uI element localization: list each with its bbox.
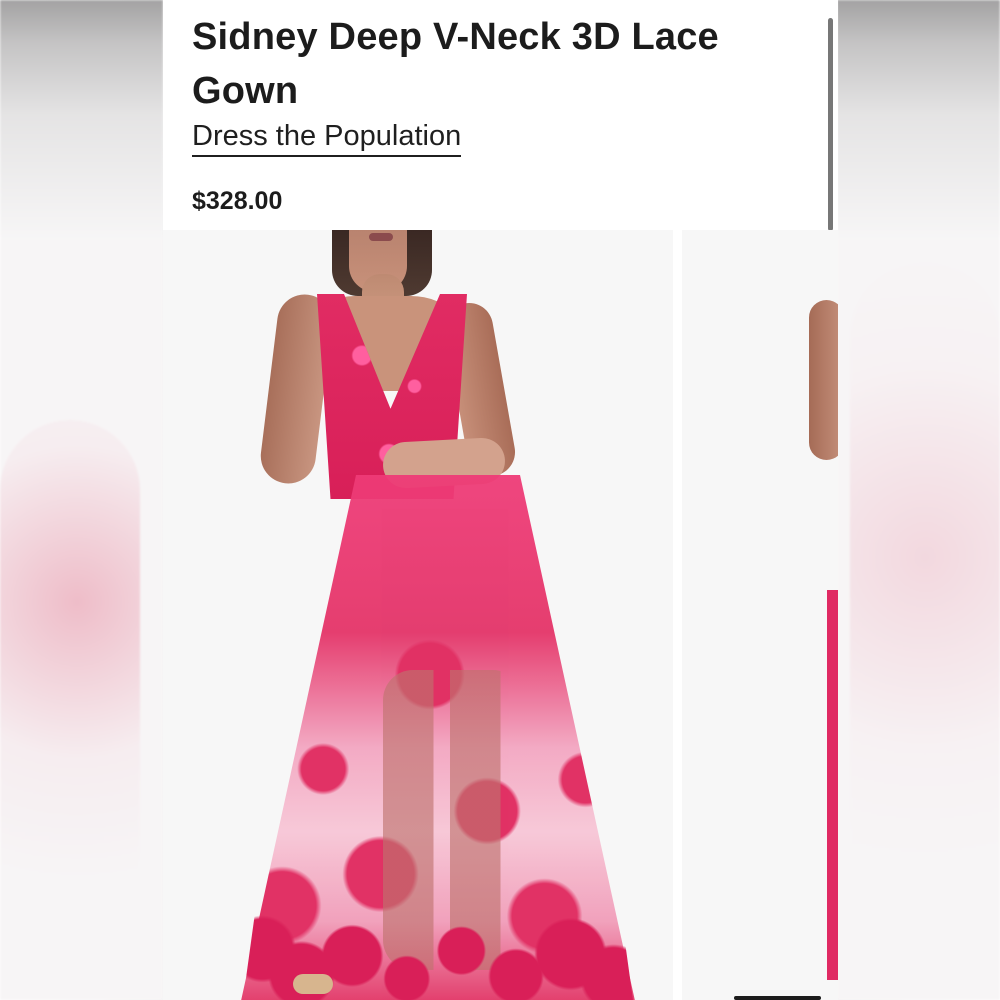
home-indicator [734,996,821,1000]
model-shoe [293,974,333,994]
main-product-photo[interactable] [163,230,673,1000]
left-blurred-dress [0,420,140,940]
right-blurred-background [837,0,1000,1000]
model-in-pink-lace-gown [233,230,663,1000]
vertical-scrollbar[interactable] [828,18,833,231]
secondary-product-photo[interactable] [682,230,838,1000]
left-blur-top-band [0,0,163,240]
product-page: Sidney Deep V-Neck 3D Lace Gown Dress th… [163,0,838,1000]
right-blurred-dress [850,260,1000,920]
secondary-lace-dress [827,590,838,980]
product-title: Sidney Deep V-Neck 3D Lace Gown [192,16,719,112]
product-price: $328.00 [192,187,283,215]
left-blurred-background [0,0,163,1000]
product-image-gallery[interactable] [163,230,838,1000]
brand-link[interactable]: Dress the Population [192,119,462,157]
screenshot-frame: Sidney Deep V-Neck 3D Lace Gown Dress th… [0,0,1000,1000]
right-blur-top-band [837,0,1000,240]
product-header: Sidney Deep V-Neck 3D Lace Gown Dress th… [163,0,838,231]
model-lips [369,233,393,241]
secondary-model-arm [809,300,838,460]
